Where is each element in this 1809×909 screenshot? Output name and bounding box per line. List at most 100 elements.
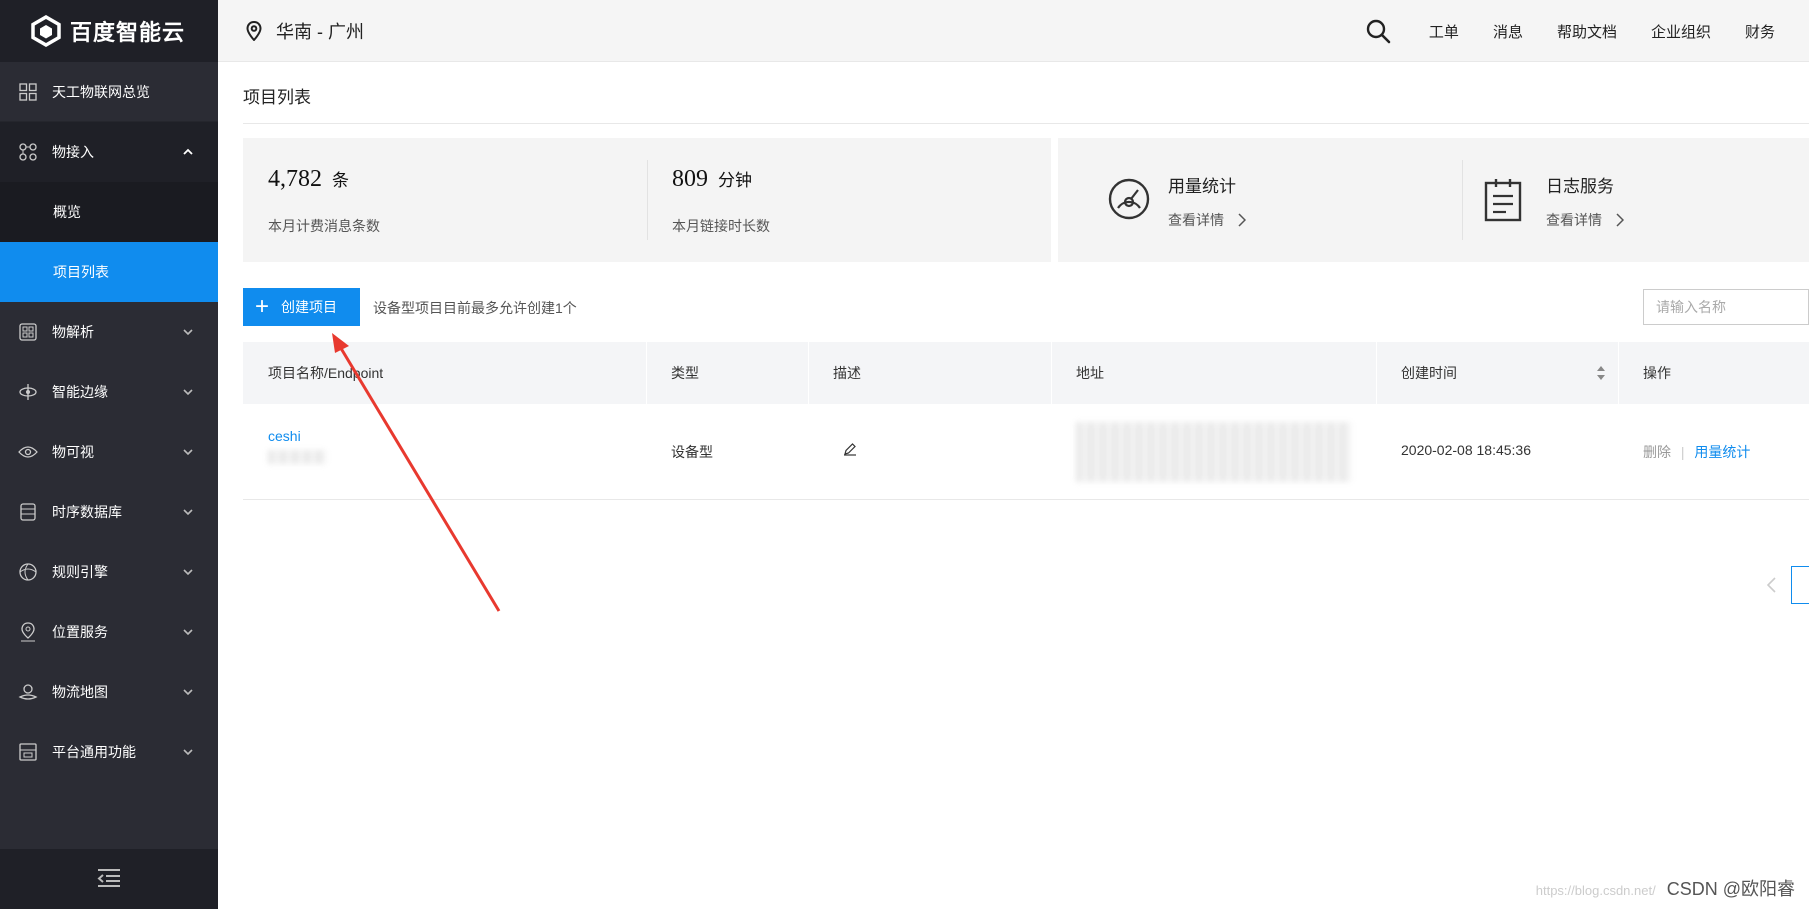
grid-icon — [18, 82, 38, 102]
chevron-down-icon — [182, 386, 194, 398]
topnav-organization[interactable]: 企业组织 — [1651, 21, 1711, 42]
messages-number: 4,782 — [268, 166, 322, 192]
page-title: 项目列表 — [243, 62, 1809, 124]
project-type: 设备型 — [671, 444, 713, 460]
usage-stats-link[interactable]: 用量统计 — [1694, 444, 1750, 460]
watermark-text: CSDN @欧阳睿 — [1666, 879, 1795, 899]
project-name-link[interactable]: ceshi — [268, 428, 301, 444]
create-project-label: 创建项目 — [281, 299, 338, 315]
gauge-icon — [1108, 178, 1150, 220]
sidebar-item-device-access[interactable]: 物接入 — [0, 122, 218, 182]
topnav-finance[interactable]: 财务 — [1745, 21, 1775, 42]
sidebar-item-label: 平台通用功能 — [52, 744, 136, 760]
page-button[interactable] — [1791, 566, 1809, 604]
duration-value: 809 分钟 — [672, 166, 752, 193]
duration-stat: 809 分钟 本月链接时长数 — [647, 138, 1051, 262]
search-button[interactable] — [1365, 18, 1391, 44]
column-header-created[interactable]: 创建时间 — [1376, 342, 1618, 404]
log-service[interactable]: 日志服务 查看详情 — [1462, 138, 1809, 262]
sidebar-item-label: 物接入 — [52, 144, 94, 160]
main-content: 项目列表 4,782 条 本月计费消息条数 809 分钟 本月链接时长数 用量统计 … — [243, 62, 1809, 604]
top-bar: 华南 - 广州 工单 消息 帮助文档 企业组织 财务 — [218, 0, 1809, 62]
log-service-title: 日志服务 — [1546, 177, 1614, 196]
table-row: ceshi 设备型 2020-02-08 18:45:36 删除 | 用量统计 — [243, 404, 1809, 500]
usage-card: 4,782 条 本月计费消息条数 809 分钟 本月链接时长数 — [243, 138, 1051, 262]
location-icon — [18, 622, 38, 642]
device-access-icon — [18, 142, 38, 162]
sidebar-item-rules[interactable]: 规则引擎 — [0, 542, 218, 602]
duration-number: 809 — [672, 166, 708, 192]
chevron-down-icon — [182, 626, 194, 638]
prev-page-button[interactable] — [1761, 570, 1781, 600]
duration-label: 本月链接时长数 — [672, 218, 770, 234]
sidebar-subitem-overview[interactable]: 概览 — [0, 182, 218, 242]
watermark: https://blog.csdn.net/ CSDN @欧阳睿 — [1536, 875, 1795, 901]
parse-icon — [18, 322, 38, 342]
sidebar-item-parse[interactable]: 物解析 — [0, 302, 218, 362]
collapse-menu-icon — [96, 868, 122, 891]
sidebar-item-location[interactable]: 位置服务 — [0, 602, 218, 662]
brand-name: 百度智能云 — [70, 20, 186, 45]
sidebar-subitem-project-list[interactable]: 项目列表 — [0, 242, 218, 302]
topnav-ticket[interactable]: 工单 — [1429, 21, 1459, 42]
messages-label: 本月计费消息条数 — [268, 218, 380, 234]
redacted-address — [1076, 422, 1351, 482]
location-pin-icon — [246, 20, 262, 41]
sidebar-item-logistics-map[interactable]: 物流地图 — [0, 662, 218, 722]
sidebar-item-label: 时序数据库 — [52, 504, 122, 520]
details-link-label: 查看详情 — [1546, 212, 1602, 228]
sidebar-item-label: 物流地图 — [52, 684, 108, 700]
create-project-button[interactable]: + 创建项目 — [243, 288, 360, 326]
column-header-type: 类型 — [671, 365, 699, 381]
chevron-down-icon — [182, 446, 194, 458]
sort-icon[interactable] — [1596, 365, 1606, 381]
details-link-label: 查看详情 — [1168, 212, 1224, 228]
chevron-left-icon — [1766, 577, 1776, 593]
messages-unit: 条 — [332, 171, 349, 190]
brand-logo[interactable]: 百度智能云 — [0, 0, 218, 62]
search-icon — [1366, 19, 1391, 44]
sidebar-item-label: 天工物联网总览 — [52, 83, 150, 100]
sidebar-item-label: 物解析 — [52, 324, 94, 340]
rules-icon — [18, 562, 38, 582]
created-header-label: 创建时间 — [1401, 365, 1457, 381]
sidebar-item-tsdb[interactable]: 时序数据库 — [0, 482, 218, 542]
delete-link[interactable]: 删除 — [1643, 444, 1671, 460]
chevron-right-icon — [1616, 213, 1624, 227]
sidebar-item-visual[interactable]: 物可视 — [0, 422, 218, 482]
topnav-messages[interactable]: 消息 — [1493, 21, 1523, 42]
column-header-actions: 操作 — [1643, 365, 1671, 381]
row-actions: 删除 | 用量统计 — [1643, 442, 1750, 462]
chevron-down-icon — [182, 566, 194, 578]
create-limit-hint: 设备型项目目前最多允许创建1个 — [373, 300, 577, 316]
search-input[interactable] — [1643, 289, 1809, 325]
edit-description-button[interactable] — [843, 442, 857, 459]
topnav-help-docs[interactable]: 帮助文档 — [1557, 21, 1617, 42]
sidebar-item-edge[interactable]: 智能边缘 — [0, 362, 218, 422]
messages-stat: 4,782 条 本月计费消息条数 — [243, 138, 647, 262]
edge-icon — [18, 382, 38, 402]
chevron-right-icon — [1238, 213, 1246, 227]
sidebar-item-label: 规则引擎 — [52, 564, 108, 580]
sidebar-item-platform[interactable]: 平台通用功能 — [0, 722, 218, 782]
services-card: 用量统计 查看详情 日志服务 查看详情 — [1058, 138, 1809, 262]
map-icon — [18, 682, 38, 702]
clipboard-icon — [1484, 179, 1522, 222]
plus-icon: + — [255, 293, 270, 320]
pagination — [1761, 566, 1809, 604]
cloud-logo-icon — [31, 15, 61, 47]
messages-value: 4,782 条 — [268, 166, 349, 193]
usage-stats-details-link[interactable]: 查看详情 — [1168, 210, 1246, 230]
sidebar-submenu: 概览 项目列表 — [0, 182, 218, 302]
sidebar-subitem-label: 概览 — [53, 204, 81, 220]
sidebar: 百度智能云 天工物联网总览 物接入 概览 项目列表 物解析 智能边缘 物可视 时… — [0, 0, 218, 909]
column-header-address: 地址 — [1076, 365, 1104, 381]
chevron-down-icon — [182, 746, 194, 758]
usage-stats-service[interactable]: 用量统计 查看详情 — [1058, 138, 1462, 262]
sidebar-item-overview[interactable]: 天工物联网总览 — [0, 62, 218, 122]
log-service-details-link[interactable]: 查看详情 — [1546, 210, 1624, 230]
sidebar-item-label: 位置服务 — [52, 624, 108, 640]
collapse-sidebar-button[interactable] — [0, 849, 218, 909]
region-selector[interactable]: 华南 - 广州 — [246, 18, 364, 44]
toolbar: + 创建项目 设备型项目目前最多允许创建1个 — [243, 288, 1809, 326]
